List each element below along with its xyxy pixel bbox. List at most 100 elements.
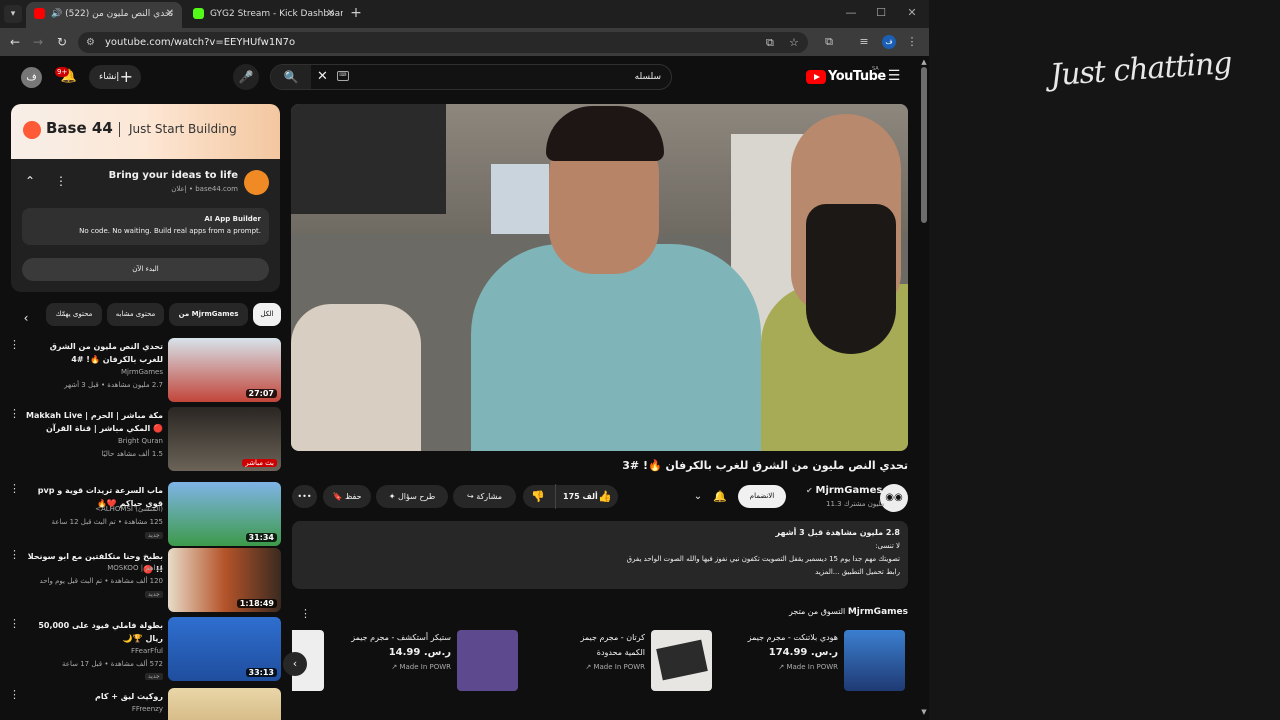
search-input[interactable]: سلسله — [635, 65, 661, 89]
chip-similar[interactable]: محتوى مشابه — [107, 303, 164, 326]
ad-banner[interactable]: Base 44 Just Start Building — [11, 104, 280, 159]
video-person1-hoodie — [471, 244, 761, 451]
scroll-down-icon[interactable]: ▼ — [919, 708, 929, 716]
duration-badge: 1:18:49 — [236, 599, 277, 608]
create-button[interactable]: إنشاء + — [89, 65, 141, 89]
extensions-icon[interactable]: ⧉ — [820, 33, 838, 51]
related-video[interactable]: بث مباشر مكة مباشر | الحرم | Makkah Live… — [0, 407, 282, 473]
like-dislike-group: 👎 175 ألف 👍 — [523, 484, 618, 509]
product-card[interactable]: ستيكر أستكشف - مجرم جيمز ر.س. 14.99 ↗ Ma… — [331, 630, 451, 675]
related-channel: مُداهم | MOSKOO — [107, 564, 163, 572]
related-video[interactable]: 27:07 تحدي النص مليون من الشرق للغرب بال… — [0, 338, 282, 404]
shopping-menu-icon[interactable]: ⋮ — [300, 607, 311, 620]
search-icon[interactable]: 🔍 — [271, 65, 311, 89]
ad-cta-button[interactable]: البدء الآن — [22, 258, 269, 281]
bookmark-star-icon[interactable]: ☆ — [789, 32, 799, 53]
tab-youtube[interactable]: 🔊 (522) تحدي النص مليون من ✕ — [26, 2, 182, 28]
reading-list-icon[interactable]: ≡ — [855, 33, 873, 51]
video-thumbnail[interactable] — [168, 688, 281, 720]
tab-title: GYG2 Stream - Kick Dashboard — [210, 9, 343, 19]
video-thumbnail[interactable]: بث مباشر — [168, 407, 281, 471]
video-player[interactable] — [291, 104, 908, 451]
chips-prev-icon[interactable]: ‹ — [18, 310, 34, 326]
video-menu-icon[interactable]: ⋮ — [9, 482, 20, 495]
video-thumbnail[interactable]: 31:34 — [168, 482, 281, 546]
product-price: ر.س. 174.99 — [768, 647, 838, 658]
show-more-link[interactable]: ...المزيد — [815, 568, 839, 576]
chip-from-channel[interactable]: من MjrmGames — [169, 303, 248, 326]
ask-button[interactable]: ✦ طرح سؤال — [376, 485, 448, 508]
chip-for-you[interactable]: محتوى يهمّك — [46, 303, 102, 326]
product-card[interactable]: هودي بلاتنكت - مجرم جيمز ر.س. 174.99 ↗ M… — [718, 630, 838, 675]
dislike-icon[interactable]: 👎 — [531, 485, 545, 508]
product-image[interactable] — [457, 630, 518, 691]
share-button[interactable]: ↪ مشاركة — [453, 485, 516, 508]
voice-search-mic-icon[interactable]: 🎤 — [233, 64, 259, 90]
video-menu-icon[interactable]: ⋮ — [9, 688, 20, 701]
product-image[interactable] — [651, 630, 712, 691]
collapse-chevron-icon[interactable]: ⌃ — [25, 174, 35, 188]
search-box[interactable]: 🔍 ✕ ⌨ سلسله — [270, 64, 672, 90]
site-info-icon[interactable]: ⚙ — [86, 32, 95, 53]
back-icon[interactable]: ← — [6, 33, 24, 51]
related-video[interactable]: روكيت ليق + كام FFreenzy ⋮ — [0, 688, 282, 720]
related-video[interactable]: 31:34 ماب السرعة تريدات قوية و pvp قوي ح… — [0, 482, 282, 548]
close-tab-icon[interactable]: ✕ — [166, 2, 174, 26]
description-box[interactable]: 2.8 مليون مشاهدة قبل 3 أشهر لا تنسى: تصو… — [292, 521, 908, 589]
channel-name[interactable]: ✔ MjrmGames — [806, 485, 882, 496]
more-actions-button[interactable]: ••• — [292, 485, 317, 508]
video-thumbnail[interactable]: 1:18:49 — [168, 548, 281, 612]
video-menu-icon[interactable]: ⋮ — [9, 407, 20, 420]
guide-menu-icon[interactable]: ☰ — [886, 68, 902, 84]
save-button[interactable]: 🔖 حفظ — [323, 485, 371, 508]
like-icon[interactable]: 👍 — [598, 485, 612, 508]
video-menu-icon[interactable]: ⋮ — [9, 338, 20, 351]
chrome-menu-icon[interactable]: ⋮ — [903, 33, 921, 51]
related-video[interactable]: 33:13 بطولة فاملي فيود على 50,000 ريال 🏆… — [0, 617, 282, 683]
maximize-button[interactable]: ☐ — [871, 4, 891, 22]
tab-search-button[interactable]: ▾ — [4, 5, 22, 23]
related-channel: (المنشئ) ALHOMSI> — [95, 505, 163, 513]
ad-menu-icon[interactable]: ⋮ — [55, 174, 67, 188]
user-avatar[interactable]: ف — [21, 67, 42, 88]
omnibox[interactable]: ⚙ youtube.com/watch?v=EEYHUfw1N7o ⧉ ☆ — [78, 32, 808, 53]
address-bar-row: ← → ↻ ⚙ youtube.com/watch?v=EEYHUfw1N7o … — [0, 28, 929, 56]
minimize-button[interactable]: — — [841, 4, 861, 22]
video-thumbnail[interactable]: 33:13 — [168, 617, 281, 681]
reload-icon[interactable]: ↻ — [53, 33, 71, 51]
like-count[interactable]: 175 ألف — [563, 485, 598, 508]
ad-title: Bring your ideas to life — [108, 170, 238, 181]
advertiser-avatar[interactable] — [244, 170, 269, 195]
related-channel: MjrmGames — [120, 368, 163, 376]
duration-badge: 27:07 — [245, 389, 277, 398]
tab-kick-dashboard[interactable]: GYG2 Stream - Kick Dashboard ✕ — [185, 2, 343, 28]
tab-title: (522) تحدي النص مليون من — [65, 9, 174, 19]
close-tab-icon[interactable]: ✕ — [327, 2, 335, 26]
shopping-prev-icon[interactable]: ‹ — [283, 652, 307, 676]
related-video[interactable]: 1:18:49 بطبخ وحنا متكلفتين مع ابو سونحلا… — [0, 548, 282, 614]
close-window-button[interactable]: ✕ — [902, 4, 922, 22]
scroll-up-icon[interactable]: ▲ — [919, 58, 929, 66]
ad-card[interactable]: Base 44 Just Start Building ⌃ ⋮ Bring yo… — [11, 104, 280, 292]
product-name: كرتان - مجرم جيمز — [580, 633, 646, 642]
video-menu-icon[interactable]: ⋮ — [9, 617, 20, 630]
cast-icon[interactable]: ⧉ — [766, 32, 774, 53]
related-meta: 1.5 ألف مشاهد حاليًا — [101, 450, 163, 458]
profile-avatar[interactable]: ف — [882, 35, 896, 49]
related-meta: 572 ألف مشاهدة • قبل 17 ساعة — [62, 660, 163, 668]
product-stock: الكمية محدودة — [596, 648, 645, 657]
scrollbar-thumb[interactable] — [921, 67, 927, 223]
clear-search-icon[interactable]: ✕ — [317, 65, 328, 89]
forward-icon[interactable]: → — [29, 33, 47, 51]
chip-all[interactable]: الكل — [253, 303, 281, 326]
bell-icon[interactable]: 🔔 — [706, 485, 734, 508]
keyboard-icon[interactable]: ⌨ — [337, 71, 349, 81]
product-card[interactable]: كرتان - مجرم جيمز الكمية محدودة ↗ Made I… — [525, 630, 646, 675]
ad-box-title: AI App Builder — [204, 215, 261, 223]
video-thumbnail[interactable]: 27:07 — [168, 338, 281, 402]
ad-info-box[interactable]: AI App Builder No code. No waiting. Buil… — [22, 208, 269, 245]
new-tab-button[interactable]: + — [348, 4, 364, 22]
video-menu-icon[interactable]: ⋮ — [9, 548, 20, 561]
join-button[interactable]: الانضمام — [738, 485, 786, 508]
product-image[interactable] — [844, 630, 905, 691]
